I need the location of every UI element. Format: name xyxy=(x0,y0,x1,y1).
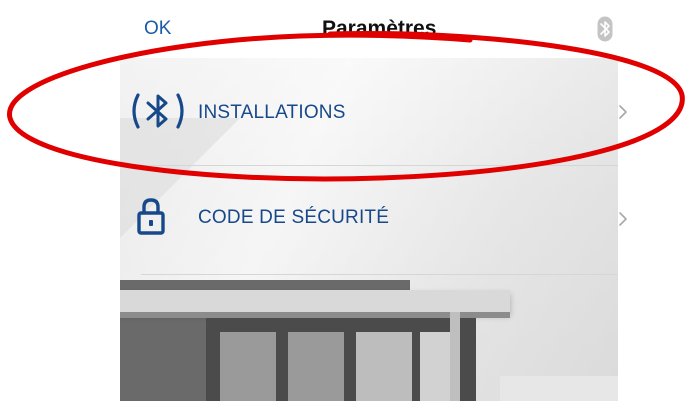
page-title: Paramètres xyxy=(322,17,437,40)
settings-screen: OK Paramètres INSTALLATIONS CODE DE SÉCU… xyxy=(0,0,690,401)
menu-item-label: CODE DE SÉCURITÉ xyxy=(198,207,390,228)
menu-item-installations[interactable]: INSTALLATIONS xyxy=(120,58,627,170)
menu-item-security-code[interactable]: CODE DE SÉCURITÉ xyxy=(120,165,627,277)
chevron-right-icon xyxy=(619,105,627,119)
ok-button[interactable]: OK xyxy=(144,18,171,40)
background-terrace xyxy=(500,376,618,401)
background-window xyxy=(356,332,412,401)
background-pillar xyxy=(450,312,460,401)
navigation-bar: OK Paramètres xyxy=(0,0,690,58)
bluetooth-icon xyxy=(597,16,613,42)
bluetooth-wave-icon xyxy=(132,93,184,129)
background-roof-slab xyxy=(120,290,510,312)
lock-icon xyxy=(137,198,165,235)
background-window xyxy=(220,332,276,401)
chevron-right-icon xyxy=(619,212,627,226)
background-window xyxy=(288,332,344,401)
menu-item-label: INSTALLATIONS xyxy=(198,102,346,123)
row-divider xyxy=(141,274,618,275)
